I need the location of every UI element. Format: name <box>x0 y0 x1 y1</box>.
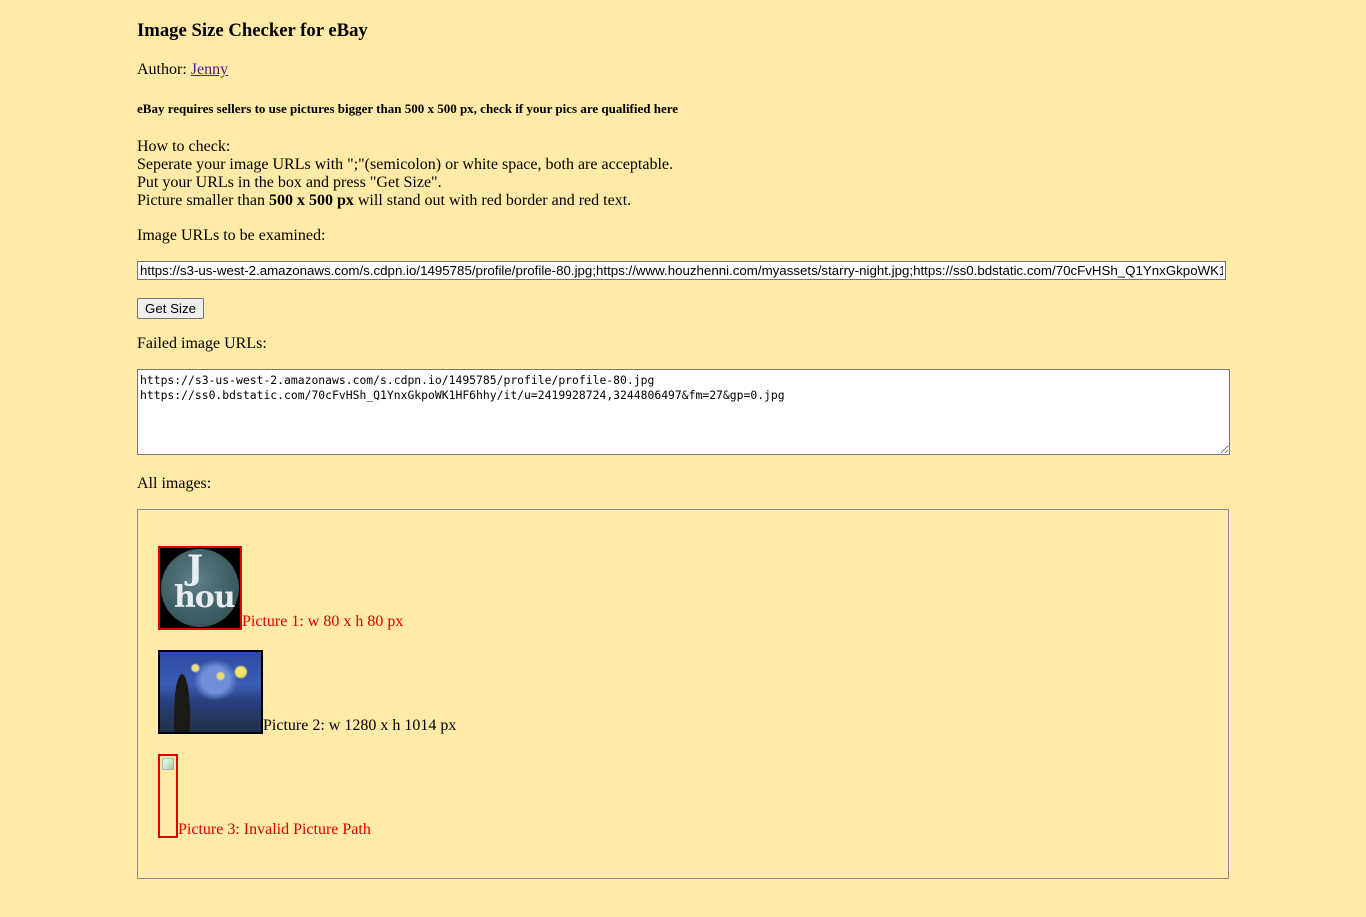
instructions-line-3-suffix: will stand out with red border and red t… <box>353 192 632 209</box>
broken-image-icon <box>158 754 178 838</box>
picture-item-3: Picture 3: Invalid Picture Path <box>158 754 371 838</box>
picture-caption-2: Picture 2: w 1280 x h 1014 px <box>263 717 457 734</box>
instructions-line-2: Put your URLs in the box and press "Get … <box>137 174 442 191</box>
instructions-line-1: Seperate your image URLs with ";"(semico… <box>137 156 673 173</box>
urls-label: Image URLs to be examined: <box>137 227 326 244</box>
instructions: How to check: Seperate your image URLs w… <box>137 138 673 210</box>
page-subtitle: eBay requires sellers to use pictures bi… <box>137 101 679 116</box>
all-images-panel: J hou Picture 1: w 80 x h 80 px Picture … <box>137 509 1229 879</box>
author-line: Author: Jenny <box>137 60 228 80</box>
instructions-heading: How to check: <box>137 138 231 155</box>
get-size-button[interactable]: Get Size <box>137 298 204 319</box>
failed-urls-label: Failed image URLs: <box>137 335 267 352</box>
instructions-line-3: Picture smaller than 500 x 500 px will s… <box>137 192 673 210</box>
page-title: Image Size Checker for eBay <box>137 20 368 41</box>
author-link[interactable]: Jenny <box>191 61 228 78</box>
page: Image Size Checker for eBay Author: Jenn… <box>0 0 1366 917</box>
picture-caption-1: Picture 1: w 80 x h 80 px <box>242 613 404 630</box>
picture-item-1: J hou Picture 1: w 80 x h 80 px <box>158 546 403 630</box>
size-threshold: 500 x 500 px <box>268 192 354 209</box>
starry-night-image <box>158 650 263 734</box>
image-urls-input[interactable] <box>137 261 1226 280</box>
instructions-line-3-prefix: Picture smaller than <box>137 192 269 209</box>
picture-caption-3: Picture 3: Invalid Picture Path <box>178 821 371 838</box>
picture-item-2: Picture 2: w 1280 x h 1014 px <box>158 650 456 734</box>
all-images-label: All images: <box>137 475 212 492</box>
author-prefix: Author: <box>137 61 191 78</box>
failed-urls-textarea[interactable]: https://s3-us-west-2.amazonaws.com/s.cdp… <box>137 369 1230 455</box>
profile-logo-image: J hou <box>158 546 242 630</box>
